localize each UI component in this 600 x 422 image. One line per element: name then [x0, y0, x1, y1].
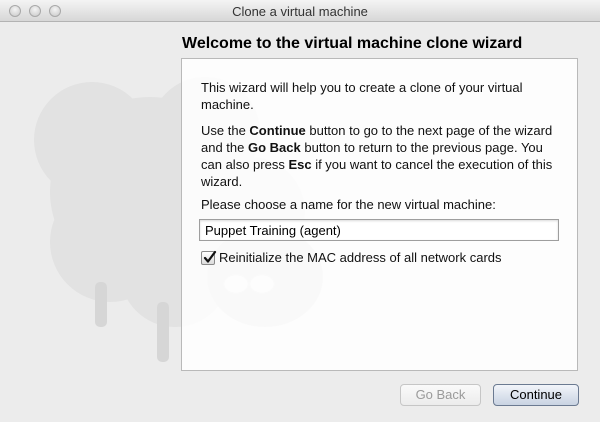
instructions-goback-keyword: Go Back: [248, 140, 301, 155]
instructions-text: Use the Continue button to go to the nex…: [201, 122, 561, 190]
reinit-mac-checkbox[interactable]: [201, 250, 217, 265]
window-title: Clone a virtual machine: [232, 4, 368, 19]
go-back-button[interactable]: Go Back: [400, 384, 481, 406]
instructions-continue-keyword: Continue: [249, 123, 306, 138]
checkmark-icon: [203, 250, 217, 263]
instructions-part1: Use the: [201, 123, 250, 138]
clone-wizard-window: Clone a virtual machine Welcome to the v…: [0, 0, 600, 422]
vm-name-prompt: Please choose a name for the new virtual…: [201, 197, 496, 212]
reinit-mac-label[interactable]: Reinitialize the MAC address of all netw…: [219, 250, 502, 265]
reinit-mac-row[interactable]: Reinitialize the MAC address of all netw…: [201, 249, 502, 266]
title-bar: Clone a virtual machine: [0, 0, 600, 22]
instructions-esc-keyword: Esc: [288, 157, 312, 172]
vm-name-input[interactable]: [199, 219, 559, 241]
wizard-heading: Welcome to the virtual machine clone wiz…: [182, 35, 523, 52]
wizard-content-panel: This wizard will help you to create a cl…: [181, 58, 578, 371]
intro-text: This wizard will help you to create a cl…: [201, 80, 523, 112]
continue-button[interactable]: Continue: [493, 384, 579, 406]
